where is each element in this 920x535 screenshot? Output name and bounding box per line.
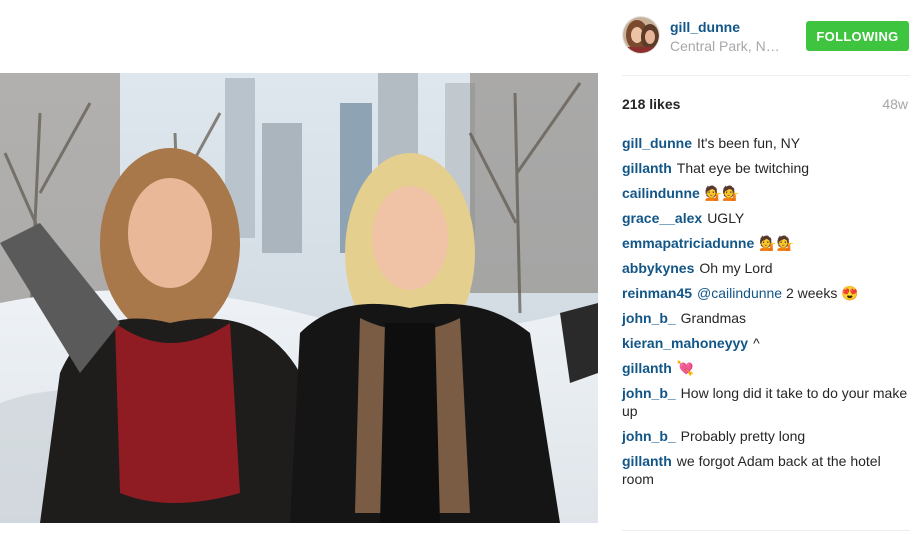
comment-username-link[interactable]: abbykynes	[622, 260, 694, 276]
comment-text: ^	[753, 335, 760, 351]
comment-username-link[interactable]: cailindunne	[622, 185, 700, 201]
comment-text: That eye be twitching	[676, 160, 810, 176]
comment-item: john_b_ Grandmas	[622, 309, 910, 327]
comment-username-link[interactable]: emmapatriciadunne	[622, 235, 754, 251]
comment-text: UGLY	[707, 210, 745, 226]
comment-text: It's been fun, NY	[697, 135, 801, 151]
post-username-link[interactable]: gill_dunne	[670, 19, 740, 35]
avatar[interactable]	[622, 16, 660, 54]
post-header: gill_dunne Central Park, New York FOLLOW…	[622, 16, 910, 60]
comment-username-link[interactable]: gill_dunne	[622, 135, 692, 151]
comment-item: gillanth That eye be twitching	[622, 159, 910, 177]
comment-list: gill_dunne It's been fun, NY gillanth That …	[622, 134, 910, 495]
comment-item: grace__alex UGLY	[622, 209, 910, 227]
post-location-link[interactable]: Central Park, New York	[670, 38, 782, 54]
comment-item: john_b_ How long did it take to do your m…	[622, 384, 910, 420]
comment-username-link[interactable]: grace__alex	[622, 210, 702, 226]
comment-text: 2 weeks 😍	[785, 285, 859, 301]
comment-item: abbykynes Oh my Lord	[622, 259, 910, 277]
comment-text: Oh my Lord	[699, 260, 773, 276]
post-age[interactable]: 48w	[882, 96, 908, 112]
comment-text: 💁💁	[704, 185, 740, 201]
comment-item: reinman45 @cailindunne 2 weeks 😍	[622, 284, 910, 302]
footer-divider	[622, 530, 910, 531]
comment-item: gillanth 💘	[622, 359, 910, 377]
comment-username-link[interactable]: reinman45	[622, 285, 692, 301]
comment-username-link[interactable]: john_b_	[622, 385, 676, 401]
comment-item: john_b_ Probably pretty long	[622, 427, 910, 445]
comment-username-link[interactable]: kieran_mahoneyyy	[622, 335, 748, 351]
comment-username-link[interactable]: gillanth	[622, 160, 672, 176]
comment-username-link[interactable]: john_b_	[622, 310, 676, 326]
comment-text: 💁💁	[759, 235, 795, 251]
comment-text: 💘	[676, 360, 695, 376]
comment-text: Probably pretty long	[680, 428, 806, 444]
comment-item: gillanth we forgot Adam back at the hotel…	[622, 452, 910, 488]
comment-username-link[interactable]: john_b_	[622, 428, 676, 444]
comment-item: emmapatriciadunne 💁💁	[622, 234, 910, 252]
comment-mention-link[interactable]: @cailindunne	[697, 285, 782, 301]
likes-count[interactable]: 218 likes	[622, 96, 680, 112]
following-button[interactable]: FOLLOWING	[806, 21, 909, 51]
post-photo-image	[0, 73, 598, 523]
comment-username-link[interactable]: gillanth	[622, 453, 672, 469]
post-stats: 218 likes 48w	[622, 96, 910, 114]
post-photo[interactable]	[0, 73, 598, 523]
header-divider	[622, 75, 910, 76]
comment-item: kieran_mahoneyyy ^	[622, 334, 910, 352]
comment-username-link[interactable]: gillanth	[622, 360, 672, 376]
comment-item: cailindunne 💁💁	[622, 184, 910, 202]
comment-text: Grandmas	[680, 310, 747, 326]
comment-item: gill_dunne It's been fun, NY	[622, 134, 910, 152]
post-sidebar: gill_dunne Central Park, New York FOLLOW…	[622, 0, 910, 535]
avatar-image	[623, 17, 659, 53]
